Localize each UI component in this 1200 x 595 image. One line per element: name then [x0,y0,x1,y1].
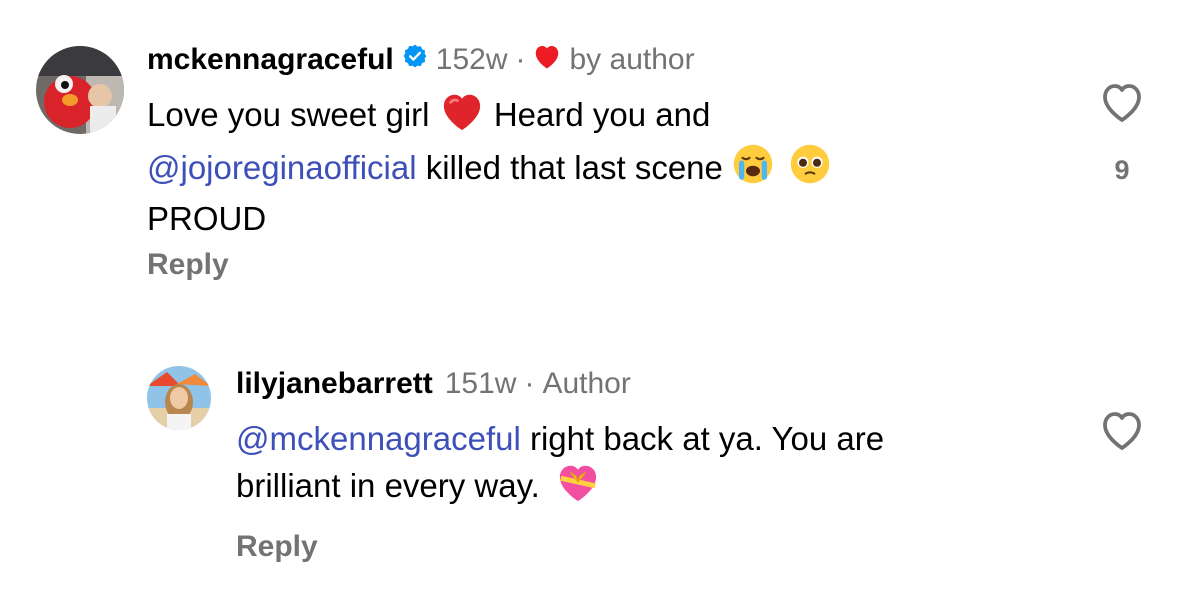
comment-text: Love you sweet girl Heard you and @jojor… [147,90,831,241]
red-heart-emoji [439,90,485,143]
text-segment: PROUD [147,200,267,237]
separator: · [515,43,526,76]
comment-line-2: @jojoreginaofficial killed that last sce… [147,143,831,196]
comment-age[interactable]: 151w [445,367,517,401]
mention-link[interactable]: @jojoreginaofficial [147,149,417,186]
heart-outline-icon [1103,412,1141,450]
loudly-crying-face-emoji [732,143,774,196]
username[interactable]: lilyjanebarrett [236,367,433,401]
comment-age[interactable]: 152w [436,43,508,77]
text-segment: brilliant in every way. [236,467,540,504]
reply-text: @mckennagraceful right back at ya. You a… [236,416,884,514]
avatar[interactable] [147,366,211,430]
avatar-image [147,366,211,430]
heart-icon [532,42,562,78]
separator: · [524,367,535,400]
liked-by-author-label: by author [569,43,695,76]
reply-button[interactable]: Reply [236,530,318,564]
text-segment: right back at ya. You are [529,420,885,457]
comment-line-3: PROUD [147,196,831,241]
reply-button[interactable]: Reply [147,248,229,282]
reply-line-1: @mckennagraceful right back at ya. You a… [236,416,884,461]
text-segment: Heard you and [493,96,711,133]
avatar-image [36,46,124,134]
author-badge: Author [542,367,631,400]
comment-header: mckennagraceful 152w · by author [147,42,695,78]
username[interactable]: mckennagraceful [147,43,394,77]
like-count: 9 [1114,155,1130,185]
reply-header: lilyjanebarrett 151w · Author [236,366,631,402]
mention-link[interactable]: @mckennagraceful [236,420,521,457]
comment-line-1: Love you sweet girl Heard you and [147,90,831,143]
heart-with-ribbon-emoji [555,461,601,514]
reply-line-2: brilliant in every way. [236,461,884,514]
like-button[interactable] [1098,408,1146,457]
like-button[interactable] [1098,80,1146,129]
verified-badge-icon [402,43,428,77]
text-segment: Love you sweet girl [147,96,430,133]
text-segment: killed that last scene [425,149,723,186]
heart-outline-icon [1103,84,1141,122]
avatar[interactable] [36,46,124,134]
pleading-face-emoji [789,143,831,196]
